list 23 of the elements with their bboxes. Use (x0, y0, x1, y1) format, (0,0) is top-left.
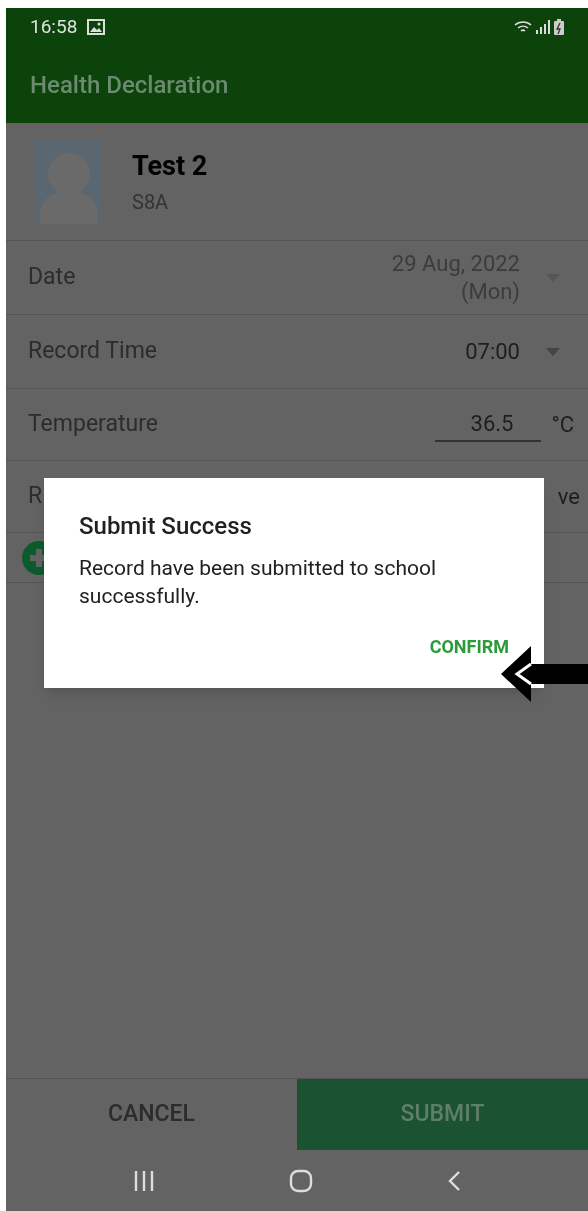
image-icon (87, 19, 106, 35)
unit-label: °C (551, 411, 574, 439)
submit-button[interactable]: SUBMIT (297, 1079, 588, 1150)
wifi-icon (514, 20, 532, 34)
temperature-input[interactable]: 36.5 (435, 407, 542, 442)
field-value: ve (557, 483, 580, 511)
home-icon[interactable] (289, 1168, 313, 1193)
battery-icon (554, 19, 564, 35)
toolbar-title: Health Declaration (30, 69, 229, 101)
dialog-message: Record have been submitted to school successfully. (79, 555, 438, 610)
field-label: Date (28, 262, 76, 293)
student-name: Test 2 (132, 149, 208, 185)
field-label: Temperature (28, 409, 158, 440)
dropdown-selector[interactable]: 07:00 (465, 337, 574, 366)
clock: 16:58 (30, 13, 78, 40)
field-label: Record Time (28, 336, 157, 367)
recent-apps-icon[interactable] (133, 1169, 155, 1192)
confirm-button[interactable]: CONFIRM (429, 633, 509, 660)
dialog-title: Submit Success (79, 511, 253, 542)
dropdown-caret-icon (546, 347, 560, 356)
field-label: R (28, 481, 43, 512)
signal-icon (536, 20, 550, 34)
back-icon[interactable] (447, 1169, 461, 1192)
